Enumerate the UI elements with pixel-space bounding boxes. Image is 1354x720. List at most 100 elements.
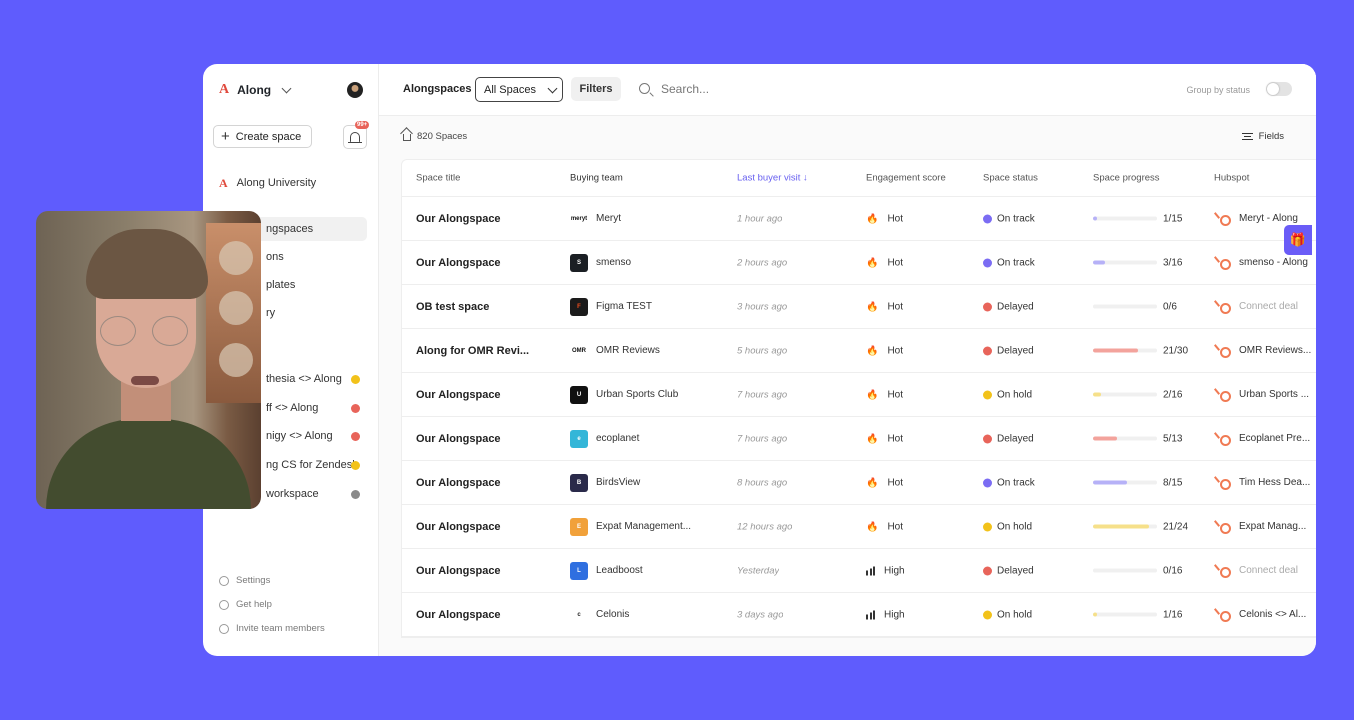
search-input[interactable]: [661, 80, 861, 98]
table-row[interactable]: Our Alongspace U Urban Sports Club 7 hours …: [402, 373, 1316, 417]
table-row[interactable]: Along for OMR Revi... OMR OMR Reviews 5 hou…: [402, 329, 1316, 373]
hubspot-deal[interactable]: Urban Sports ...: [1214, 387, 1314, 403]
company-logo-icon: meryt: [570, 209, 588, 228]
flame-icon: 🔥: [866, 433, 879, 444]
buying-team[interactable]: OMR OMR Reviews: [570, 341, 720, 360]
hubspot-deal[interactable]: OMR Reviews...: [1214, 343, 1314, 359]
space-status[interactable]: On hold: [983, 521, 1032, 532]
create-space-button[interactable]: + Create space: [213, 125, 312, 148]
buying-team[interactable]: meryt Meryt: [570, 209, 720, 228]
engagement-score: 🔥 Hot: [866, 301, 903, 312]
space-title[interactable]: Along for OMR Revi...: [416, 345, 546, 357]
org-switcher[interactable]: A Along: [219, 82, 292, 98]
space-title[interactable]: Our Alongspace: [416, 609, 546, 621]
gift-icon: 🎁: [1289, 232, 1307, 247]
table-row[interactable]: Our Alongspace Ssmenso 2 hours ago 🔥 Hot On t…: [402, 241, 1316, 285]
space-status[interactable]: On hold: [983, 609, 1032, 620]
col-buying-team[interactable]: Buying team: [570, 173, 720, 184]
engagement-score: 🔥 Hot: [866, 213, 903, 224]
buying-team-name: smenso: [596, 257, 632, 268]
engagement-score-label: High: [884, 565, 905, 576]
col-space-title[interactable]: Space title: [416, 173, 546, 184]
select-value: All Spaces: [484, 83, 536, 96]
space-status-dot: [351, 403, 360, 413]
buying-team-name: ecoplanet: [596, 433, 640, 444]
last-buyer-visit: 12 hours ago: [737, 521, 793, 532]
buying-team[interactable]: e ecoplanet: [570, 429, 720, 448]
group-by-status-toggle[interactable]: [1266, 82, 1292, 96]
last-buyer-visit: 3 days ago: [737, 609, 784, 620]
table-row[interactable]: Our Alongspace L Leadboost Yesterday High Del…: [402, 549, 1316, 593]
space-title[interactable]: Our Alongspace: [416, 213, 546, 225]
col-space-progress[interactable]: Space progress: [1093, 173, 1193, 184]
col-last-buyer-visit[interactable]: Last buyer visit ↓: [737, 173, 808, 184]
table-row[interactable]: Our Alongspace meryt Meryt 1 hour ago 🔥 Hot On…: [402, 197, 1316, 241]
home-icon: [403, 134, 411, 141]
space-title[interactable]: Our Alongspace: [416, 433, 546, 445]
buying-team[interactable]: F Figma TEST: [570, 297, 720, 316]
buying-team[interactable]: E Expat Management...: [570, 517, 720, 536]
col-engagement-score[interactable]: Engagement score: [866, 173, 946, 184]
space-title[interactable]: Our Alongspace: [416, 477, 546, 489]
space-status[interactable]: On track: [983, 257, 1035, 268]
space-status[interactable]: Delayed: [983, 301, 1034, 312]
table-row[interactable]: Our Alongspace c Celonis 3 days ago High On h…: [402, 593, 1316, 637]
space-title[interactable]: OB test space: [416, 301, 546, 313]
space-title[interactable]: Our Alongspace: [416, 565, 546, 577]
space-status[interactable]: On track: [983, 477, 1035, 488]
space-title[interactable]: Our Alongspace: [416, 521, 546, 533]
hubspot-deal[interactable]: smenso - Along: [1214, 255, 1314, 271]
hubspot-icon: [1214, 343, 1231, 359]
buying-team[interactable]: Ssmenso: [570, 253, 720, 272]
hubspot-deal[interactable]: Celonis <> Al...: [1214, 607, 1314, 623]
top-bar: Alongspaces All Spaces Filters Group by …: [379, 64, 1316, 116]
hubspot-icon: [1214, 519, 1231, 535]
progress-bar: [1093, 612, 1157, 617]
company-logo-icon: L: [570, 561, 588, 580]
table-header: Space title Buying team Last buyer visit…: [402, 160, 1316, 197]
company-logo-icon: F: [570, 297, 588, 316]
table-row[interactable]: Our Alongspace B BirdsView 8 hours ago 🔥 Hot O…: [402, 461, 1316, 505]
help-link[interactable]: Get help: [219, 599, 272, 610]
hubspot-deal[interactable]: Expat Manag...: [1214, 519, 1314, 535]
settings-link[interactable]: Settings: [219, 575, 270, 586]
hubspot-deal[interactable]: Connect deal: [1214, 299, 1314, 315]
progress-bar-fill: [1093, 260, 1106, 265]
space-title[interactable]: Our Alongspace: [416, 257, 546, 269]
hubspot-icon: [1214, 563, 1231, 579]
last-buyer-visit: 7 hours ago: [737, 433, 788, 444]
space-status[interactable]: Delayed: [983, 565, 1034, 576]
company-logo-icon: c: [570, 605, 588, 624]
space-status[interactable]: Delayed: [983, 433, 1034, 444]
hubspot-deal-label: Urban Sports ...: [1239, 389, 1310, 400]
space-title[interactable]: Our Alongspace: [416, 389, 546, 401]
table-row[interactable]: OB test space F Figma TEST 3 hours ago 🔥 Hot D…: [402, 285, 1316, 329]
table-row[interactable]: Our Alongspace E Expat Management... 12 hou…: [402, 505, 1316, 549]
user-avatar[interactable]: [347, 82, 363, 98]
space-status[interactable]: On hold: [983, 389, 1032, 400]
webcam-person-hair: [86, 229, 208, 299]
invite-link[interactable]: Invite team members: [219, 623, 325, 634]
space-status[interactable]: Delayed: [983, 345, 1034, 356]
hubspot-deal[interactable]: Connect deal: [1214, 563, 1314, 579]
filters-button[interactable]: Filters: [571, 77, 621, 101]
col-hubspot[interactable]: Hubspot: [1214, 173, 1314, 184]
buying-team[interactable]: L Leadboost: [570, 561, 720, 580]
spaces-filter-select[interactable]: All Spaces: [475, 77, 563, 102]
hubspot-deal[interactable]: Ecoplanet Pre...: [1214, 431, 1314, 447]
sidebar-item-university[interactable]: A Along University: [216, 171, 367, 195]
progress-label: 5/13: [1163, 433, 1183, 444]
table-row[interactable]: Our Alongspace e ecoplanet 7 hours ago 🔥 Hot D…: [402, 417, 1316, 461]
buying-team[interactable]: c Celonis: [570, 605, 720, 624]
hubspot-deal[interactable]: Tim Hess Dea...: [1214, 475, 1314, 491]
sidebar-space-label: ff <> Along: [266, 402, 319, 414]
engagement-score: High: [866, 565, 905, 576]
webcam-overlay: [36, 211, 261, 509]
buying-team[interactable]: U Urban Sports Club: [570, 385, 720, 404]
along-logo-icon: A: [219, 175, 228, 190]
space-status[interactable]: On track: [983, 213, 1035, 224]
buying-team[interactable]: B BirdsView: [570, 473, 720, 492]
fields-button[interactable]: Fields: [1241, 131, 1284, 142]
col-space-status[interactable]: Space status: [983, 173, 1038, 184]
gift-button[interactable]: 🎁: [1284, 225, 1312, 255]
